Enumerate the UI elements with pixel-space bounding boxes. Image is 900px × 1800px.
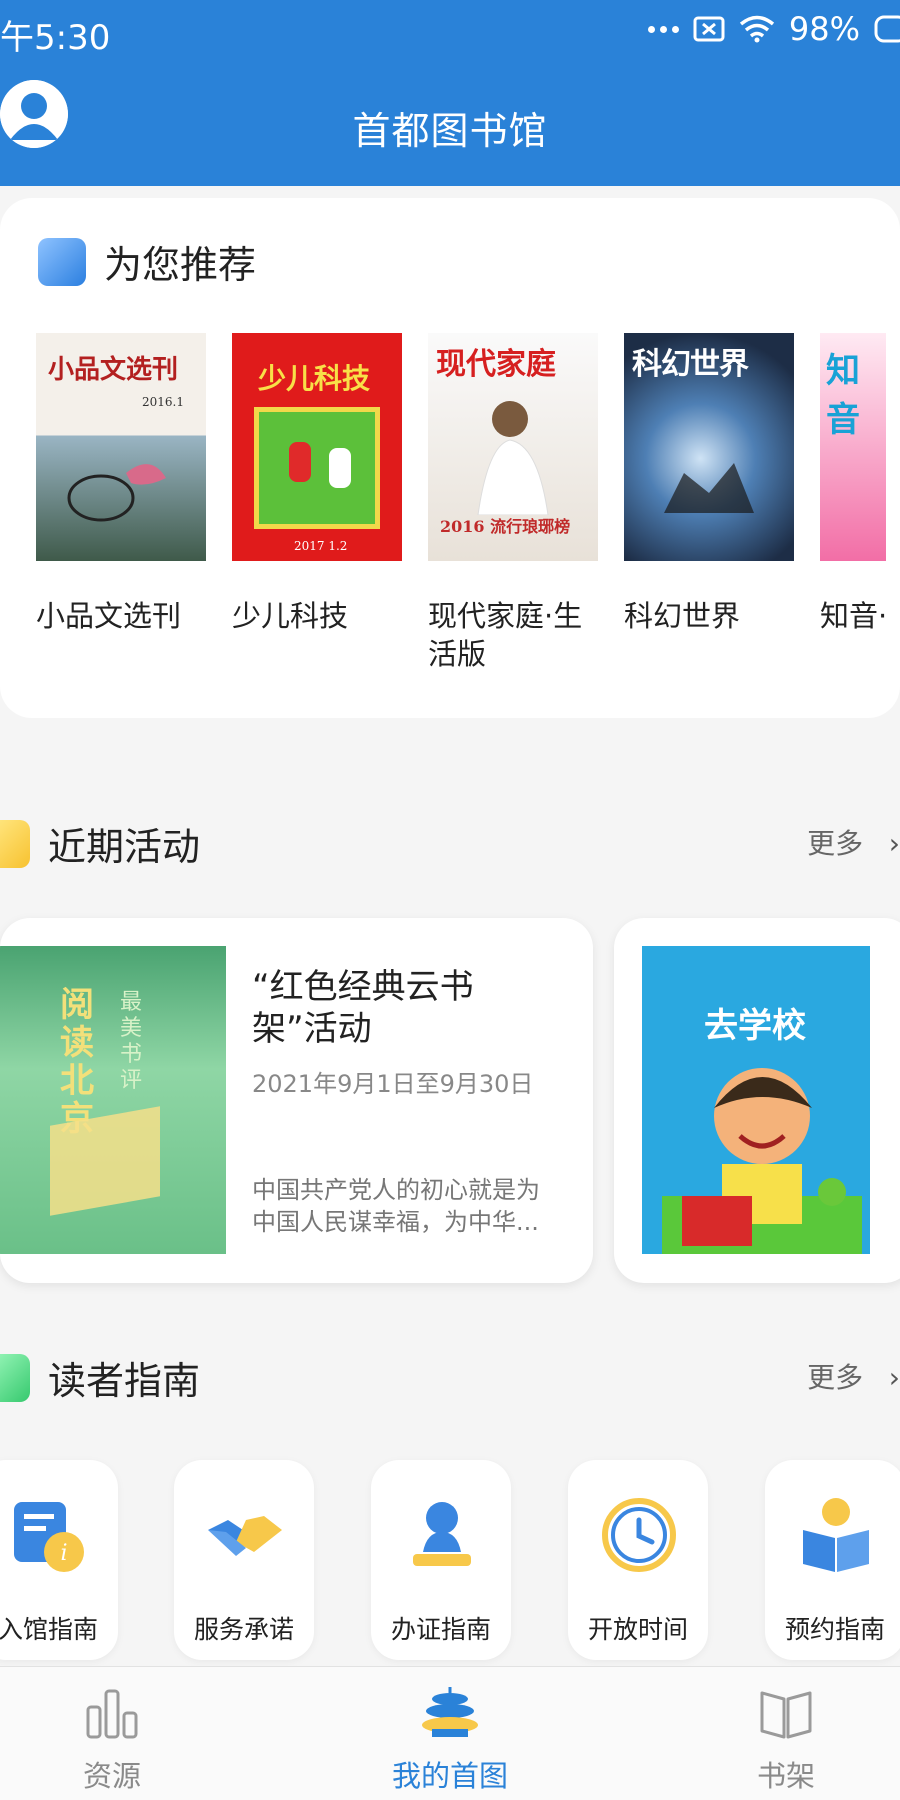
event-cover-title: 去学校 [704, 1006, 806, 1046]
more-dots-icon [647, 25, 679, 33]
battery-icon [874, 15, 900, 43]
temple-icon [422, 1687, 478, 1737]
guide-label: 服务承诺 [193, 1615, 294, 1644]
recommend-heading: 为您推荐 [38, 234, 256, 289]
book-item[interactable]: 少儿科技 2017 1.2 少儿科技 [232, 333, 402, 673]
section-marker-icon [38, 237, 86, 286]
event-cover-art [50, 1106, 160, 1216]
guide-item-booking[interactable]: 预约指南 [765, 1460, 900, 1660]
cover-title: 少儿科技 [258, 362, 371, 395]
more-label: 更多 [807, 1361, 864, 1394]
book-name: 少儿科技 [232, 599, 349, 633]
guide-item-service[interactable]: 服务承诺 [174, 1460, 314, 1660]
svg-text:i: i [60, 1541, 67, 1566]
guide-label: 预约指南 [784, 1615, 885, 1644]
bottom-tab-bar: 资源 我的首图 书架 [0, 1666, 900, 1800]
handshake-icon [208, 1516, 282, 1556]
cover-art [254, 407, 380, 529]
bar-chart-icon [86, 1689, 138, 1739]
section-marker-icon [0, 1353, 30, 1402]
event-cover: 阅读北京 最美书评 [0, 946, 226, 1254]
recommend-card: 为您推荐 小品文选刊 2016.1 小品文选刊 少儿科技 2017 1.2 少儿… [0, 198, 900, 718]
tab-label: 资源 [82, 1759, 141, 1793]
more-label: 更多 [807, 827, 864, 860]
cover-subtitle: 2016 流行琅琊榜 [440, 517, 571, 536]
book-item[interactable]: 小品文选刊 2016.1 小品文选刊 [36, 333, 206, 673]
recommend-title: 为您推荐 [104, 243, 257, 287]
open-book-icon [760, 1691, 812, 1739]
book-cover[interactable]: 现代家庭 2016 流行琅琊榜 [428, 333, 598, 561]
cover-subtitle: 2016.1 [142, 395, 184, 409]
cover-art [67, 464, 166, 522]
cover-title: 知音 [826, 351, 860, 440]
event-card[interactable]: 阅读北京 最美书评 “红色经典云书架”活动 2021年9月1日至9月30日 中国… [0, 918, 593, 1283]
guide-item-entry[interactable]: i 入馆指南 [0, 1460, 118, 1660]
event-description: 中国共产党人的初心就是为中国人民谋幸福，为中华... [252, 1176, 540, 1236]
book-list: 小品文选刊 2016.1 小品文选刊 少儿科技 2017 1.2 少儿科技 现代… [36, 333, 888, 673]
event-date: 2021年9月1日至9月30日 [252, 1070, 534, 1098]
event-cover: 去学校 [642, 946, 870, 1254]
guide-item-hours[interactable]: 开放时间 [568, 1460, 708, 1660]
events-more-link[interactable]: 更多 › [807, 822, 900, 862]
tab-label: 我的首图 [391, 1759, 508, 1793]
event-title: “红色经典云书架”活动 [252, 967, 474, 1049]
cover-art [664, 463, 754, 513]
guide-more-link[interactable]: 更多 › [807, 1356, 900, 1396]
guide-label: 开放时间 [587, 1615, 688, 1644]
guide-label: 办证指南 [390, 1615, 491, 1644]
cover-title: 小品文选刊 [48, 355, 179, 385]
battery-percent: 98% [788, 10, 860, 48]
events-heading: 近期活动 [0, 816, 200, 871]
book-name: 科幻世界 [624, 599, 741, 633]
guide-list: i 入馆指南 服务承诺 办证指南 开放时间 预约指南 [0, 1460, 900, 1660]
chevron-right-icon: › [888, 827, 900, 860]
section-marker-icon [0, 819, 30, 868]
tab-bookshelf[interactable]: 书架 [686, 1667, 886, 1800]
cover-subtitle: 2017 1.2 [294, 539, 348, 553]
cover-title: 科幻世界 [632, 347, 749, 382]
event-cover-subtitle: 最美书评 [120, 990, 143, 1093]
sim-icon [693, 16, 725, 42]
app-header: 首都图书馆 [0, 62, 900, 186]
entry-guide-icon: i [14, 1502, 84, 1572]
book-name: 小品文选刊 [36, 599, 182, 633]
status-bar: 午5:30 98% [0, 0, 900, 62]
guide-item-card[interactable]: 办证指南 [371, 1460, 511, 1660]
book-cover[interactable]: 少儿科技 2017 1.2 [232, 333, 402, 561]
book-cover[interactable]: 小品文选刊 2016.1 [36, 333, 206, 561]
tab-resources[interactable]: 资源 [12, 1667, 212, 1800]
tab-label: 书架 [756, 1759, 815, 1793]
book-item[interactable]: 现代家庭 2016 流行琅琊榜 现代家庭·生活版 [428, 333, 598, 673]
book-item[interactable]: 科幻世界 科幻世界 [624, 333, 794, 673]
book-cover[interactable]: 知音 [820, 333, 886, 561]
status-time: 午5:30 [0, 18, 111, 58]
guide-heading: 读者指南 [0, 1350, 200, 1405]
cover-title: 现代家庭 [436, 347, 556, 382]
chevron-right-icon: › [888, 1361, 900, 1394]
tab-my-home[interactable]: 我的首图 [350, 1667, 550, 1800]
event-card[interactable]: 去学校 [614, 918, 900, 1283]
clock-icon [602, 1498, 676, 1572]
book-item[interactable]: 知音 知音· [820, 333, 888, 673]
event-cover-title: 阅读北京 [60, 985, 94, 1139]
reading-person-icon [803, 1498, 869, 1572]
page-title: 首都图书馆 [352, 109, 548, 153]
cover-art [477, 401, 549, 515]
events-title: 近期活动 [48, 825, 201, 869]
guide-label: 入馆指南 [0, 1615, 98, 1644]
book-name: 知音· [820, 599, 888, 633]
event-cover-art [662, 1068, 862, 1254]
status-icons: 98% [647, 10, 900, 48]
book-name: 现代家庭·生活版 [428, 599, 583, 671]
wifi-icon [739, 15, 774, 43]
guide-title: 读者指南 [48, 1359, 201, 1403]
card-person-icon [413, 1502, 471, 1566]
book-cover[interactable]: 科幻世界 [624, 333, 794, 561]
